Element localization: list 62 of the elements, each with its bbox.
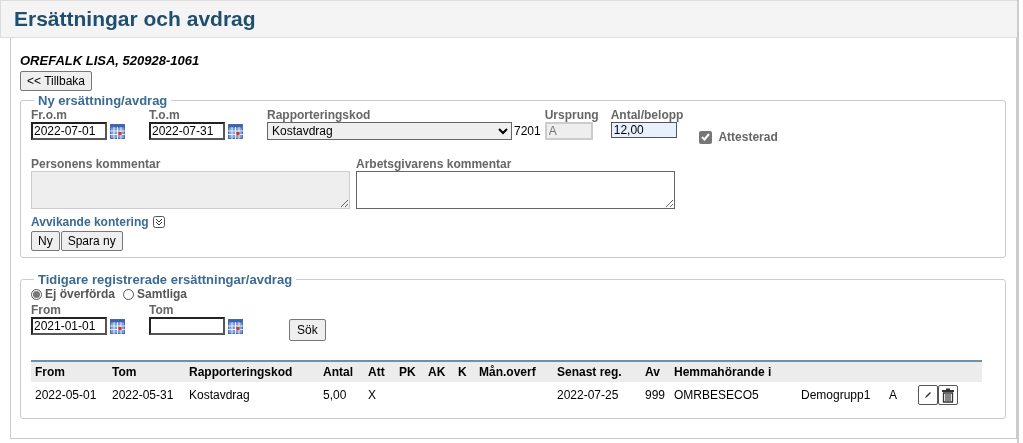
- page-title: Ersättningar och avdrag: [14, 7, 256, 31]
- column-header: Senast reg.: [557, 365, 622, 379]
- action-button[interactable]: Ny: [31, 231, 60, 251]
- calendar-icon[interactable]: [110, 318, 125, 334]
- table-cell: X: [368, 388, 376, 402]
- table-cell: A: [889, 388, 897, 402]
- table-cell: 2022-05-01: [35, 388, 97, 402]
- radio-button[interactable]: [31, 288, 42, 300]
- expand-icon[interactable]: [152, 216, 165, 228]
- table-cell: OMRBESECO5: [674, 388, 759, 402]
- date-field[interactable]: [149, 317, 225, 335]
- radio-button[interactable]: [123, 288, 135, 300]
- search-button[interactable]: Sök: [289, 319, 326, 341]
- field-label: Fr.o.m: [31, 108, 68, 122]
- calendar-icon[interactable]: [110, 123, 125, 139]
- date-field[interactable]: 2022-07-31: [149, 122, 225, 140]
- field-label: Antal/belopp: [610, 108, 684, 122]
- report-code-number: 7201: [514, 124, 541, 138]
- pencil-icon: [923, 390, 933, 400]
- calendar-icon[interactable]: [228, 123, 243, 139]
- calendar-icon[interactable]: [228, 318, 243, 334]
- column-header: Att: [368, 365, 385, 379]
- radio-label: Ej överförda: [45, 287, 116, 301]
- table-cell: Demogrupp1: [801, 388, 871, 402]
- column-header: Rapporteringskod: [189, 365, 293, 379]
- column-header: Av: [645, 365, 660, 379]
- edit-button[interactable]: [918, 385, 938, 405]
- delete-button[interactable]: [938, 385, 958, 405]
- comment-field[interactable]: [356, 171, 675, 209]
- table-cell: Kostavdrag: [189, 388, 250, 402]
- checkbox-label: Attesterad: [718, 130, 778, 144]
- field-label: T.o.m: [149, 108, 181, 122]
- column-header: From: [35, 365, 65, 379]
- column-header: K: [458, 365, 467, 379]
- report-code-dropdown[interactable]: Kostavdrag: [267, 122, 512, 140]
- deviating-account-link[interactable]: Avvikande kontering: [31, 215, 149, 229]
- person-name: OREFALK LISA, 520928-1061: [20, 53, 201, 68]
- radio-label: Samtliga: [137, 287, 188, 301]
- trash-icon: [941, 387, 955, 403]
- column-header: PK: [399, 365, 416, 379]
- date-field[interactable]: 2022-07-01: [31, 122, 107, 140]
- column-header: Mån.overf: [479, 365, 536, 379]
- section-title: Tidigare registrerade ersättningar/avdrag: [37, 272, 294, 287]
- table-cell: 999: [645, 388, 666, 402]
- table-cell: 5,00: [323, 388, 347, 402]
- field-label: From: [31, 303, 62, 317]
- column-header: Hemmahörande i: [674, 365, 772, 379]
- section-title: Ny ersättning/avdrag: [37, 93, 169, 108]
- column-header: Tom: [112, 365, 137, 379]
- table-cell: 2022-05-31: [112, 388, 174, 402]
- field-label: Arbetsgivarens kommentar: [356, 157, 513, 171]
- table-cell: 2022-07-25: [557, 388, 619, 402]
- column-header: AK: [428, 365, 446, 379]
- field-label: Rapporteringskod: [267, 108, 372, 122]
- column-header: Antal: [323, 365, 353, 379]
- field-label: Personens kommentar: [31, 157, 162, 171]
- date-field[interactable]: 2021-01-01: [31, 317, 107, 335]
- amount-field[interactable]: 12,00: [610, 122, 677, 138]
- action-button[interactable]: Spara ny: [60, 231, 123, 251]
- field-label: Tom: [149, 303, 175, 317]
- field-label: Ursprung: [544, 108, 599, 122]
- back-button[interactable]: << Tillbaka: [20, 71, 93, 91]
